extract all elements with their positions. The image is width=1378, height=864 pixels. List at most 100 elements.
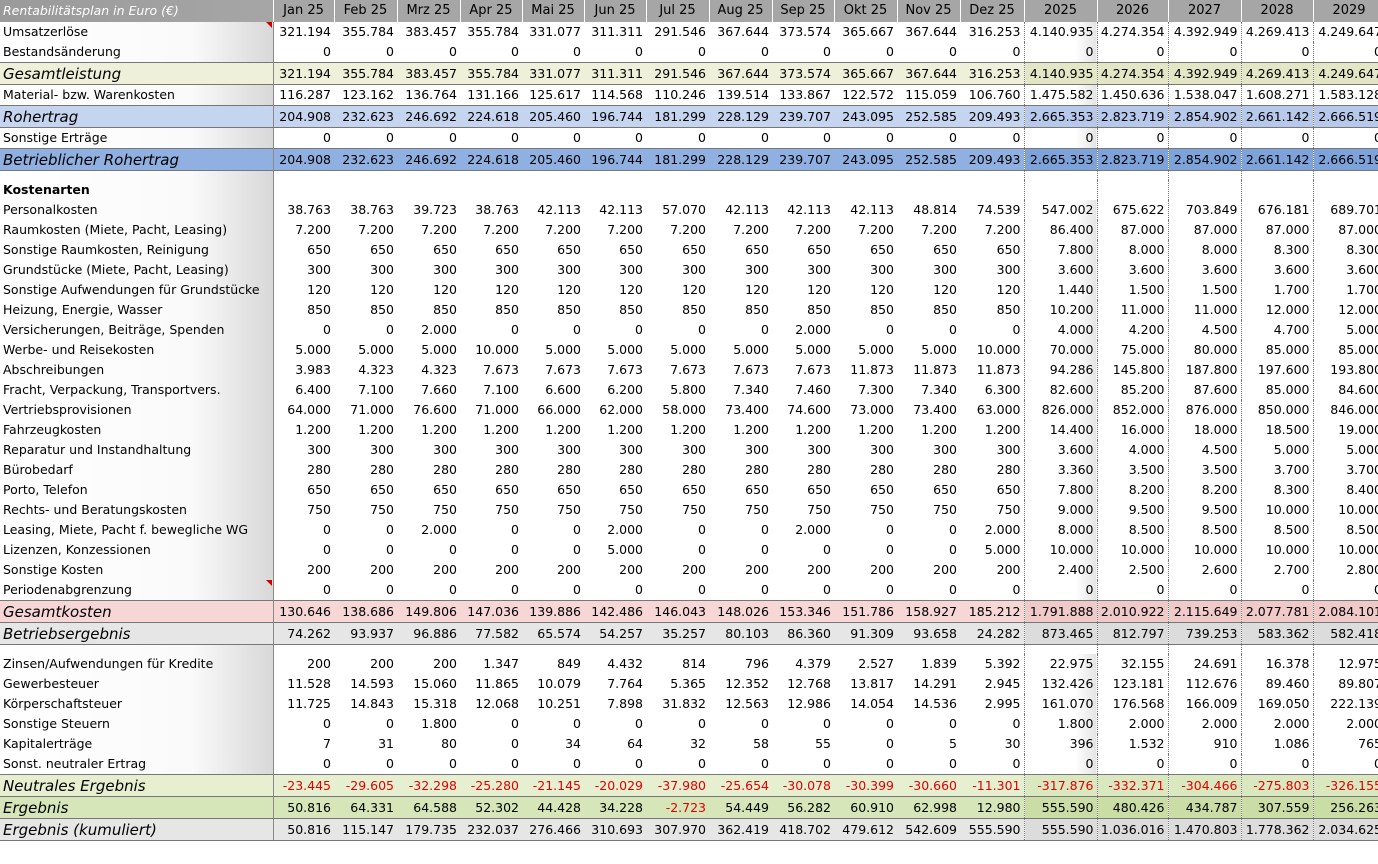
value-cell[interactable]: 14.593 — [334, 674, 397, 694]
value-cell[interactable]: 0 — [522, 520, 584, 540]
value-cell[interactable]: 7.673 — [460, 360, 522, 380]
value-cell[interactable]: 300 — [897, 260, 960, 280]
value-cell[interactable]: 123.181 — [1096, 674, 1168, 694]
value-cell[interactable]: 74.262 — [273, 622, 334, 645]
value-cell[interactable]: 73.000 — [834, 400, 897, 420]
value-cell[interactable] — [334, 645, 397, 655]
value-cell[interactable]: 120 — [709, 280, 772, 300]
value-cell[interactable]: 4.392.949 — [1167, 62, 1241, 85]
value-cell[interactable]: 2.000 — [397, 520, 460, 540]
value-cell[interactable]: 355.784 — [334, 22, 397, 42]
value-cell[interactable]: 256.263 — [1312, 796, 1378, 819]
value-cell[interactable]: 2.000 — [1167, 714, 1241, 734]
value-cell[interactable]: 0 — [1240, 42, 1313, 63]
value-cell[interactable]: 910 — [1167, 734, 1241, 754]
value-cell[interactable]: 2.823.719 — [1096, 148, 1168, 171]
value-cell[interactable] — [646, 645, 709, 655]
value-cell[interactable]: 32.155 — [1096, 654, 1168, 674]
value-cell[interactable]: 4.432 — [584, 654, 646, 674]
value-cell[interactable] — [522, 171, 584, 181]
value-cell[interactable]: 243.095 — [834, 105, 897, 128]
value-cell[interactable]: 0 — [273, 128, 334, 149]
value-cell[interactable]: 42.113 — [834, 200, 897, 220]
value-cell[interactable]: 200 — [646, 560, 709, 580]
value-cell[interactable]: 7.200 — [709, 220, 772, 240]
value-cell[interactable]: 418.702 — [772, 818, 834, 841]
value-cell[interactable]: 1.200 — [709, 420, 772, 440]
value-cell[interactable]: 76.600 — [397, 400, 460, 420]
value-cell[interactable]: 10.000 — [1312, 500, 1378, 520]
value-cell[interactable]: 4.249.647 — [1312, 22, 1378, 42]
value-cell[interactable]: 0 — [646, 754, 709, 775]
column-header[interactable]: Sep 25 — [772, 0, 835, 22]
value-cell[interactable]: 362.419 — [709, 818, 772, 841]
column-header[interactable]: 2029 — [1312, 0, 1378, 22]
value-cell[interactable]: 0 — [834, 540, 897, 560]
column-header[interactable]: 2027 — [1167, 0, 1242, 22]
value-cell[interactable]: 224.618 — [460, 148, 522, 171]
value-cell[interactable]: 876.000 — [1167, 400, 1241, 420]
sheet-title[interactable]: Rentabilitätsplan in Euro (€) — [0, 0, 274, 22]
value-cell[interactable]: 200 — [960, 560, 1024, 580]
value-cell[interactable]: 7.200 — [273, 220, 334, 240]
value-cell[interactable]: 3.500 — [1167, 460, 1241, 480]
value-cell[interactable]: 200 — [584, 560, 646, 580]
value-cell[interactable]: 365.667 — [834, 62, 897, 85]
value-cell[interactable]: 0 — [772, 42, 834, 63]
value-cell[interactable]: 852.000 — [1096, 400, 1168, 420]
value-cell[interactable]: 4.323 — [397, 360, 460, 380]
value-cell[interactable] — [1312, 170, 1378, 180]
value-cell[interactable]: 2.000 — [1096, 714, 1168, 734]
value-cell[interactable]: -21.145 — [522, 774, 584, 797]
value-cell[interactable]: 73.400 — [897, 400, 960, 420]
value-cell[interactable]: 367.644 — [709, 62, 772, 85]
value-cell[interactable]: 479.612 — [834, 818, 897, 841]
value-cell[interactable]: 1.200 — [273, 420, 334, 440]
value-cell[interactable]: 480.426 — [1096, 796, 1168, 819]
value-cell[interactable]: 64.588 — [397, 796, 460, 819]
value-cell[interactable] — [1167, 644, 1241, 654]
value-cell[interactable]: 10.000 — [960, 340, 1024, 360]
value-cell[interactable]: 7.200 — [522, 220, 584, 240]
value-cell[interactable]: 650 — [460, 480, 522, 500]
value-cell[interactable]: 200 — [397, 560, 460, 580]
value-cell[interactable]: 1.200 — [772, 420, 834, 440]
value-cell[interactable]: 54.449 — [709, 796, 772, 819]
value-cell[interactable]: 7.200 — [584, 220, 646, 240]
value-cell[interactable]: 814 — [646, 654, 709, 674]
value-cell[interactable]: 383.457 — [397, 62, 460, 85]
value-cell[interactable]: 5.000 — [1240, 440, 1313, 460]
value-cell[interactable]: 0 — [522, 754, 584, 775]
value-cell[interactable]: 0 — [1023, 754, 1097, 775]
value-cell[interactable]: 280 — [646, 460, 709, 480]
value-cell[interactable]: 64.331 — [334, 796, 397, 819]
value-cell[interactable]: 63.000 — [960, 400, 1024, 420]
value-cell[interactable]: 850 — [646, 300, 709, 320]
value-cell[interactable]: 0 — [334, 714, 397, 734]
value-cell[interactable]: 0 — [334, 320, 397, 340]
value-cell[interactable]: 0 — [273, 754, 334, 775]
value-cell[interactable]: 0 — [584, 320, 646, 340]
value-cell[interactable]: 147.036 — [460, 600, 522, 623]
value-cell[interactable]: 1.200 — [397, 420, 460, 440]
value-cell[interactable]: 106.760 — [960, 85, 1024, 106]
column-header[interactable]: 2028 — [1240, 0, 1314, 22]
value-cell[interactable]: 62.000 — [584, 400, 646, 420]
value-cell[interactable]: 133.867 — [772, 85, 834, 106]
value-cell[interactable]: 14.291 — [897, 674, 960, 694]
value-cell[interactable]: 555.590 — [960, 818, 1024, 841]
value-cell[interactable]: 0 — [772, 540, 834, 560]
value-cell[interactable]: 0 — [273, 42, 334, 63]
value-cell[interactable]: 5.000 — [334, 340, 397, 360]
value-cell[interactable]: 38.763 — [460, 200, 522, 220]
value-cell[interactable]: 4.249.647 — [1312, 62, 1378, 85]
value-cell[interactable]: 8.200 — [1167, 480, 1241, 500]
value-cell[interactable]: 50.816 — [273, 796, 334, 819]
value-cell[interactable]: 5.000 — [646, 340, 709, 360]
value-cell[interactable]: 280 — [522, 460, 584, 480]
row-label[interactable]: Bürobedarf — [0, 460, 274, 480]
value-cell[interactable]: 5.000 — [834, 340, 897, 360]
value-cell[interactable]: 307.970 — [646, 818, 709, 841]
value-cell[interactable]: 19.000 — [1312, 420, 1378, 440]
value-cell[interactable]: 132.426 — [1023, 674, 1097, 694]
